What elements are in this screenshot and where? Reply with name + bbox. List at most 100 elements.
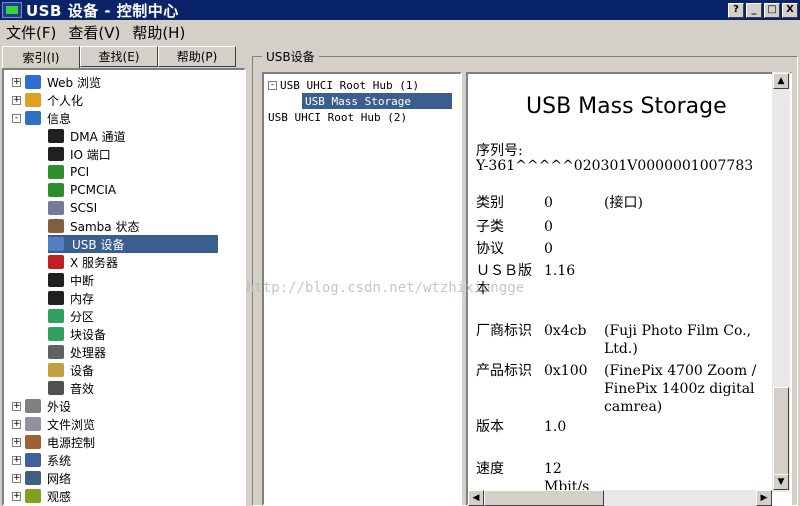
navigation-panel: 索引(I) 查找(E) 帮助(P) + Web 浏览 + 个人化 - 信息 DMA 通道 IO… [2, 46, 246, 506]
menu-help[interactable]: 帮助(H) [126, 22, 191, 43]
globe-icon [25, 75, 41, 89]
tree-item-label: Web 浏览 [47, 75, 101, 90]
user-icon [25, 93, 41, 107]
close-button[interactable]: X [782, 2, 798, 18]
expand-icon[interactable]: + [12, 491, 21, 501]
tree-item[interactable]: 设备 [48, 361, 94, 379]
detail-value: 1.0 [544, 419, 567, 435]
expand-icon[interactable]: + [12, 401, 21, 411]
device-icon [48, 363, 64, 377]
tree-item-label: 分区 [70, 309, 95, 324]
vertical-scroll-thumb[interactable] [773, 387, 789, 477]
tree-item[interactable]: 块设备 [48, 325, 106, 343]
device-item-label: USB Mass Storage [305, 94, 411, 108]
detail-extra: (FinePix 4700 Zoom / FinePix 1400z digit… [604, 363, 757, 415]
scroll-right-button[interactable]: ▶ [756, 490, 772, 506]
tree-item[interactable]: IO 端口 [48, 145, 111, 163]
usb-icon [48, 237, 64, 251]
tree-item-label: 内存 [70, 291, 95, 306]
horizontal-scroll-thumb[interactable] [484, 490, 604, 506]
mouse-icon [25, 399, 41, 413]
device-item[interactable]: USB Mass Storage [302, 93, 452, 109]
cpu-icon [48, 345, 64, 359]
serial-label: 序列号: [476, 143, 523, 159]
tree-item[interactable]: PCMCIA [48, 181, 116, 199]
chip-icon [48, 147, 64, 161]
expand-icon[interactable]: + [12, 437, 21, 447]
system-icon [25, 453, 41, 467]
tree-item[interactable]: 内存 [48, 289, 94, 307]
expand-icon[interactable]: + [12, 419, 21, 429]
minimize-button[interactable]: _ [746, 2, 762, 18]
device-item[interactable]: - USB UHCI Root Hub (1) [268, 77, 419, 93]
tree-item[interactable]: + 网络 [12, 469, 71, 487]
detail-value: 0 [544, 241, 553, 257]
info-icon [25, 111, 41, 125]
file-icon [25, 417, 41, 431]
tree-item[interactable]: - 信息 [12, 109, 71, 127]
tree-item[interactable]: + 观感 [12, 487, 72, 504]
tree-item-label: DMA 通道 [70, 129, 126, 144]
tree-item-label: 设备 [70, 363, 95, 378]
device-item-label: USB UHCI Root Hub (2) [268, 110, 408, 124]
tree-item-label: 系统 [47, 453, 72, 468]
detail-value: 0 [544, 195, 553, 211]
watermark-text: http://blog.csdn.net/wtzhixiongge [246, 280, 525, 296]
device-item[interactable]: USB UHCI Root Hub (2) [268, 109, 407, 125]
tree-item-label: 文件浏览 [47, 417, 96, 432]
x-icon [48, 255, 64, 269]
detail-label: 产品标识 [476, 363, 532, 379]
tree-item[interactable]: X 服务器 [48, 253, 118, 271]
tree-item[interactable]: DMA 通道 [48, 127, 126, 145]
scroll-down-button[interactable]: ▼ [773, 474, 789, 490]
tree-item[interactable]: + 系统 [12, 451, 71, 469]
expand-icon[interactable]: + [12, 473, 21, 483]
menu-bar: 文件(F) 查看(V) 帮助(H) [0, 20, 800, 44]
detail-label: 速度 [476, 461, 504, 477]
partition-icon [48, 327, 64, 341]
tab-help[interactable]: 帮助(P) [158, 46, 236, 67]
scroll-up-button[interactable]: ▲ [773, 73, 789, 89]
tree-item-label: X 服务器 [70, 255, 119, 270]
tab-search[interactable]: 查找(E) [80, 46, 158, 67]
tree-item-label: 网络 [47, 471, 72, 486]
help-window-button[interactable]: ? [728, 2, 744, 18]
device-item-label: USB UHCI Root Hub (1) [280, 78, 420, 92]
expand-icon[interactable]: + [12, 77, 21, 87]
network-icon [25, 471, 41, 485]
tree-item-label: 观感 [47, 489, 72, 504]
tree-item[interactable]: 分区 [48, 307, 94, 325]
detail-value: 1.16 [544, 263, 576, 279]
card-icon [48, 165, 64, 179]
menu-view[interactable]: 查看(V) [62, 22, 126, 43]
tree-item[interactable]: 处理器 [48, 343, 106, 361]
maximize-button[interactable]: □ [764, 2, 780, 18]
sound-icon [48, 381, 64, 395]
scroll-left-button[interactable]: ◀ [468, 490, 484, 506]
tree-item-label: 信息 [47, 111, 72, 126]
tree-item[interactable]: + 电源控制 [12, 433, 95, 451]
tree-item-label: PCI [70, 165, 90, 179]
tab-index[interactable]: 索引(I) [2, 46, 80, 68]
tree-item[interactable]: + 个人化 [12, 91, 83, 109]
tree-item[interactable]: + Web 浏览 [12, 73, 101, 91]
tree-item-label: IO 端口 [70, 147, 111, 162]
tree-item[interactable]: 音效 [48, 379, 94, 397]
expand-icon[interactable]: + [12, 95, 21, 105]
collapse-icon[interactable]: - [268, 80, 277, 90]
tree-item-label: USB 设备 [70, 235, 127, 253]
tree-item[interactable]: + 外设 [12, 397, 71, 415]
tree-item[interactable]: SCSI [48, 199, 97, 217]
tree-item[interactable]: USB 设备 [48, 235, 218, 253]
menu-file[interactable]: 文件(F) [0, 22, 62, 43]
tree-item[interactable]: + 文件浏览 [12, 415, 95, 433]
expand-icon[interactable]: + [12, 455, 21, 465]
chip-icon [48, 273, 64, 287]
tree-item[interactable]: 中断 [48, 271, 94, 289]
tree-item[interactable]: PCI [48, 163, 89, 181]
chip-icon [48, 129, 64, 143]
tree-item-label: 中断 [70, 273, 95, 288]
tree-item[interactable]: Samba 状态 [48, 217, 139, 235]
collapse-icon[interactable]: - [12, 113, 21, 123]
power-icon [25, 435, 41, 449]
